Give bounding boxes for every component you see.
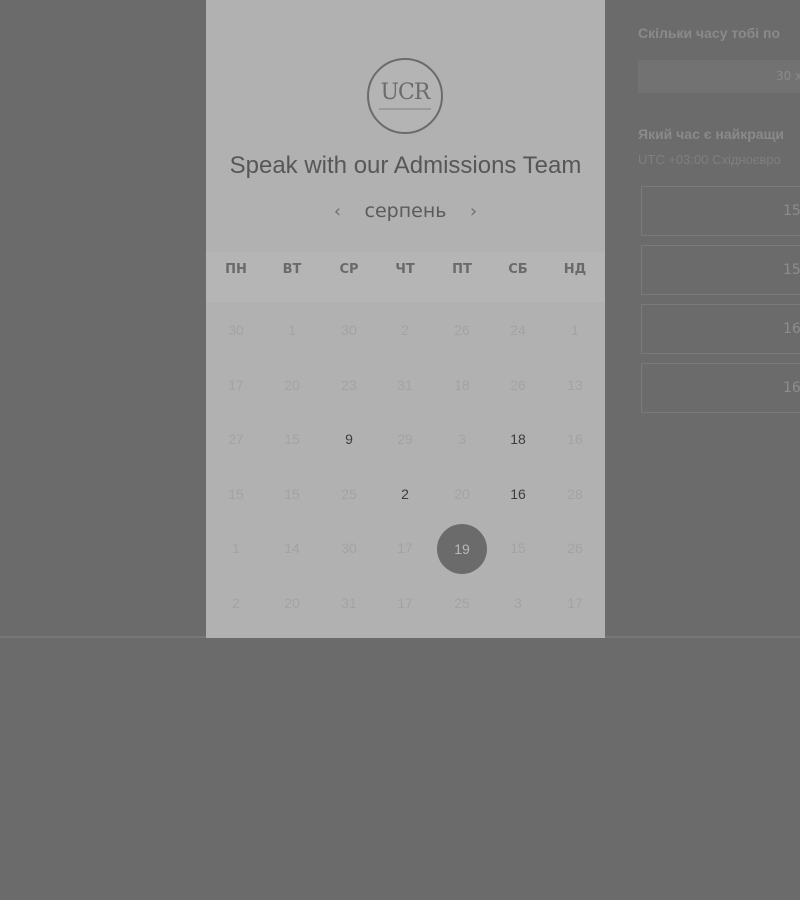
calendar-day: 30	[341, 540, 357, 556]
calendar-day: 3	[514, 595, 522, 611]
calendar-day: 30	[228, 322, 244, 338]
calendar-day: 29	[397, 431, 413, 447]
bottom-area	[0, 638, 800, 900]
calendar-day: 26	[454, 322, 470, 338]
page-title: Speak with our Admissions Team	[229, 152, 582, 179]
time-slot-button[interactable]: 16	[641, 363, 800, 413]
calendar-day: 24	[510, 322, 526, 338]
weekday-header: ПН ВТ СР ЧТ ПТ СБ НД	[206, 252, 605, 302]
calendar-day: 2	[232, 595, 240, 611]
calendar-day: 17	[397, 540, 413, 556]
prev-month-icon[interactable]: ‹	[326, 201, 348, 222]
calendar-day: 15	[284, 431, 300, 447]
calendar-day: 20	[284, 377, 300, 393]
logo-subline	[379, 108, 431, 110]
calendar-day: 17	[228, 377, 244, 393]
calendar-day[interactable]: 9	[329, 431, 369, 451]
calendar-day: 20	[284, 595, 300, 611]
weekday-label: ПТ	[452, 262, 472, 277]
calendar-day: 17	[397, 595, 413, 611]
calendar-day: 14	[284, 540, 300, 556]
time-slot-button[interactable]: 15	[641, 245, 800, 295]
calendar-day: 13	[567, 377, 583, 393]
time-question: Який час є найкращи	[638, 126, 784, 142]
calendar-day: 31	[341, 595, 357, 611]
next-month-icon[interactable]: ›	[463, 201, 485, 222]
calendar-day-selected[interactable]: 19	[437, 524, 487, 574]
calendar-day: 1	[288, 322, 296, 338]
time-slot-label: 15	[783, 262, 800, 278]
duration-value: 30 х	[776, 69, 800, 83]
calendar-day[interactable]: 16	[498, 486, 538, 506]
calendar-day: 26	[567, 540, 583, 556]
weekday-label: ЧТ	[395, 262, 415, 277]
calendar-day: 15	[228, 486, 244, 502]
time-slot-label: 16	[783, 380, 800, 396]
calendar-day: 17	[567, 595, 583, 611]
month-navigation: ‹ серпень ›	[206, 200, 605, 222]
calendar-day: 1	[571, 322, 579, 338]
time-slot-button[interactable]: 15	[641, 186, 800, 236]
duration-select[interactable]: 30 х	[638, 60, 800, 93]
time-slot-button[interactable]: 16	[641, 304, 800, 354]
calendar-day: 27	[228, 431, 244, 447]
time-slot-label: 16	[783, 321, 800, 337]
calendar-day: 15	[510, 540, 526, 556]
weekday-label: СБ	[508, 262, 528, 277]
calendar-day: 15	[284, 486, 300, 502]
calendar-day[interactable]: 18	[498, 431, 538, 451]
calendar-day: 18	[454, 377, 470, 393]
right-panel: Скільки часу тобі по 30 х Який час є най…	[638, 0, 800, 637]
calendar-day: 20	[454, 486, 470, 502]
duration-question: Скільки часу тобі по	[638, 25, 781, 41]
calendar-day: 25	[341, 486, 357, 502]
calendar-day: 23	[341, 377, 357, 393]
calendar-day[interactable]: 2	[385, 486, 425, 506]
calendar-day: 26	[510, 377, 526, 393]
weekday-label: ПН	[225, 262, 247, 277]
calendar-day: 16	[567, 431, 583, 447]
calendar-day: 28	[567, 486, 583, 502]
calendar-day: 30	[341, 322, 357, 338]
ucr-logo: UCR	[367, 58, 443, 134]
time-slot-label: 15	[783, 203, 800, 219]
timezone-label: UTC +03:00 Східноєвро	[638, 152, 781, 167]
calendar-day: 1	[232, 540, 240, 556]
month-label: серпень	[364, 200, 447, 222]
weekday-label: СР	[339, 262, 359, 277]
calendar-day: 25	[454, 595, 470, 611]
logo-text: UCR	[380, 80, 431, 105]
calendar-day: 2	[401, 322, 409, 338]
weekday-label: НД	[563, 262, 587, 277]
calendar-day: 31	[397, 377, 413, 393]
calendar-day: 3	[458, 431, 466, 447]
weekday-label: ВТ	[282, 262, 302, 277]
